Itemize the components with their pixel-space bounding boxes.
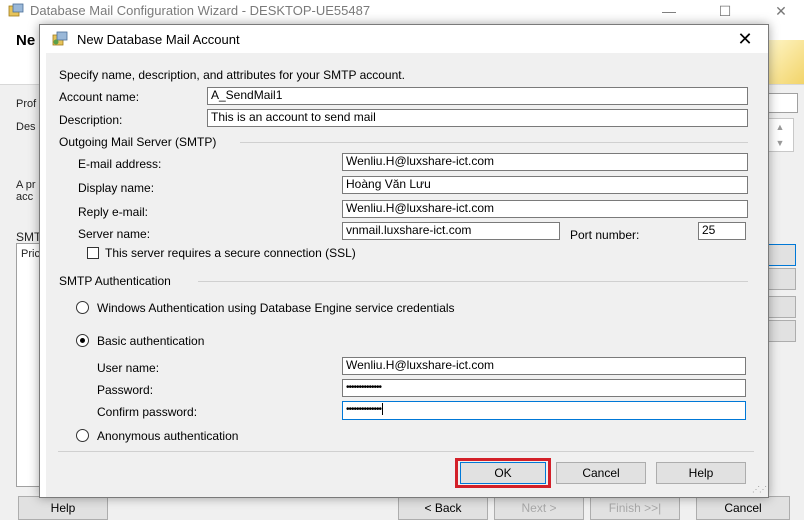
user-name-label: User name: — [97, 361, 160, 375]
new-account-dialog: New Database Mail Account ✕ Specify name… — [39, 24, 769, 498]
account-name-label: Account name: — [59, 90, 140, 104]
outgoing-server-group-label: Outgoing Mail Server (SMTP) — [59, 135, 217, 149]
description-label: Description: — [59, 113, 123, 127]
user-name-input[interactable]: Wenliu.H@luxshare-ict.com — [342, 357, 746, 375]
windows-auth-label: Windows Authentication using Database En… — [97, 301, 455, 315]
auth-group-divider — [198, 281, 748, 282]
description-label: Des — [16, 121, 36, 133]
windows-auth-radio[interactable] — [76, 301, 89, 314]
wizard-help-button[interactable]: Help — [18, 496, 108, 520]
priority-column-header: Pric — [21, 248, 40, 260]
profile-name-input[interactable] — [766, 93, 798, 113]
remove-account-button[interactable] — [766, 268, 796, 290]
smtp-accounts-label: SMT — [16, 230, 42, 244]
password-input[interactable]: •••••••••••••• — [342, 379, 746, 397]
info-text-line1: A pr — [16, 179, 36, 191]
confirm-password-label: Confirm password: — [97, 405, 198, 419]
description-input[interactable]: This is an account to send mail — [207, 109, 748, 127]
reply-email-label: Reply e-mail: — [78, 205, 149, 219]
database-app-icon — [8, 3, 24, 17]
email-address-input[interactable]: Wenliu.H@luxshare-ict.com — [342, 153, 748, 171]
account-name-input[interactable]: A_SendMail1 — [207, 87, 748, 105]
minimize-icon[interactable]: — — [646, 0, 692, 22]
wizard-logo — [766, 40, 804, 84]
password-label: Password: — [97, 383, 154, 397]
description-scrollbar[interactable]: ▲ ▼ — [766, 118, 794, 152]
add-account-button[interactable] — [766, 244, 796, 266]
resize-grip-icon[interactable]: ⋰⋰ — [752, 485, 767, 495]
basic-auth-label: Basic authentication — [97, 334, 205, 348]
help-button[interactable]: Help — [656, 462, 746, 484]
port-number-input[interactable]: 25 — [698, 222, 746, 240]
wizard-finish-button[interactable]: Finish >>| — [590, 496, 680, 520]
profile-label: Prof — [16, 98, 37, 110]
close-icon[interactable]: ✕ — [758, 0, 804, 22]
text-caret — [382, 403, 384, 416]
anonymous-auth-label: Anonymous authentication — [97, 429, 239, 443]
ssl-checkbox[interactable] — [87, 247, 99, 259]
dialog-title: New Database Mail Account — [77, 32, 240, 47]
dialog-title-bar: New Database Mail Account ✕ — [40, 25, 768, 53]
cancel-button[interactable]: Cancel — [556, 462, 646, 484]
server-name-label: Server name: — [78, 227, 151, 241]
wizard-title: Database Mail Configuration Wizard - DES… — [30, 3, 371, 18]
wizard-back-button[interactable]: < Back — [398, 496, 488, 520]
move-up-button[interactable] — [766, 296, 796, 318]
info-text-line2: acc — [16, 191, 34, 203]
close-icon[interactable]: ✕ — [730, 27, 760, 51]
wizard-page-title: Ne — [16, 32, 36, 49]
outgoing-group-divider — [240, 142, 748, 143]
dialog-left-strip — [40, 53, 46, 497]
wizard-cancel-button[interactable]: Cancel — [696, 496, 790, 520]
anonymous-auth-radio[interactable] — [76, 429, 89, 442]
button-separator — [58, 451, 754, 452]
confirm-password-input[interactable]: •••••••••••••• — [342, 401, 746, 420]
smtp-auth-group-label: SMTP Authentication — [59, 274, 171, 288]
wizard-title-bar: Database Mail Configuration Wizard - DES… — [0, 0, 804, 22]
server-name-input[interactable]: vnmail.luxshare-ict.com — [342, 222, 560, 240]
reply-email-input[interactable]: Wenliu.H@luxshare-ict.com — [342, 200, 748, 218]
maximize-icon[interactable]: ☐ — [702, 0, 748, 22]
port-number-label: Port number: — [570, 228, 640, 242]
ssl-label: This server requires a secure connection… — [105, 246, 356, 260]
database-mail-icon — [52, 31, 68, 46]
basic-auth-radio[interactable] — [76, 334, 89, 347]
intro-text: Specify name, description, and attribute… — [59, 68, 405, 82]
confirm-password-value: •••••••••••••• — [346, 404, 382, 415]
ok-button[interactable]: OK — [460, 462, 546, 484]
move-down-button[interactable] — [766, 320, 796, 342]
email-address-label: E-mail address: — [78, 157, 162, 171]
display-name-label: Display name: — [78, 181, 155, 195]
display-name-input[interactable]: Hoàng Văn Lưu — [342, 176, 748, 194]
wizard-next-button[interactable]: Next > — [494, 496, 584, 520]
